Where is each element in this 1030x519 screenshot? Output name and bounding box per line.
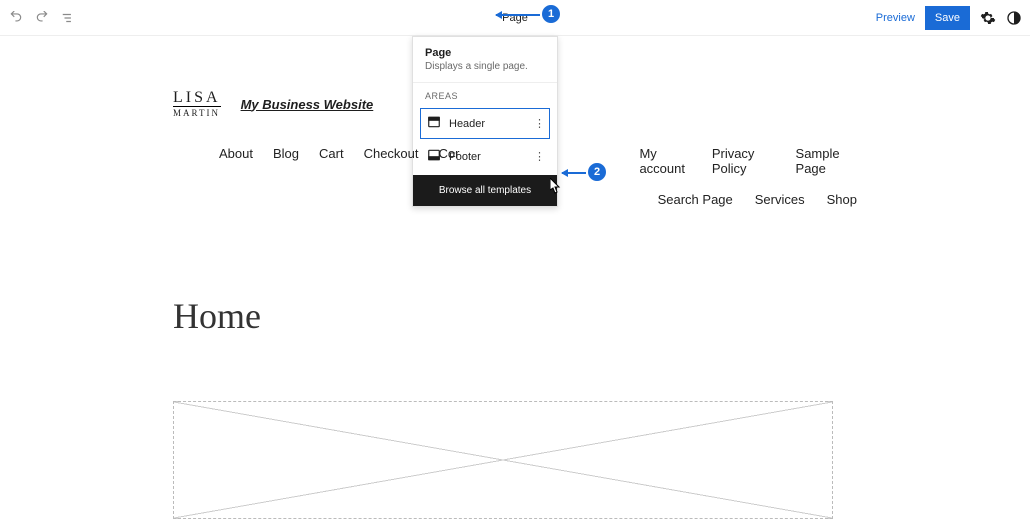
preview-button[interactable]: Preview xyxy=(876,12,915,24)
page-title[interactable]: Home xyxy=(173,295,857,337)
site-logo[interactable]: LISA MARTIN xyxy=(173,90,221,118)
logo-line-2: MARTIN xyxy=(173,106,221,118)
topbar-right-tools: Preview Save xyxy=(876,6,1022,30)
redo-icon[interactable] xyxy=(34,10,50,26)
topbar-left-tools xyxy=(0,10,76,26)
image-placeholder-block[interactable] xyxy=(173,401,833,519)
dropdown-title: Page xyxy=(413,37,557,61)
annotation-arrow-1 xyxy=(496,14,540,16)
dropdown-description: Displays a single page. xyxy=(413,61,557,82)
nav-item[interactable]: Privacy Policy xyxy=(712,146,776,176)
editor-canvas: LISA MARTIN My Business Website About Bl… xyxy=(173,90,857,519)
nav-item[interactable]: About xyxy=(219,146,253,176)
primary-nav: About Blog Cart Checkout Cor My account … xyxy=(173,146,857,207)
site-title-link[interactable]: My Business Website xyxy=(241,97,374,112)
site-header: LISA MARTIN My Business Website xyxy=(173,90,857,118)
nav-item[interactable]: Blog xyxy=(273,146,299,176)
styles-icon[interactable] xyxy=(1006,10,1022,26)
nav-item[interactable]: My account xyxy=(639,146,691,176)
nav-item[interactable]: Cor xyxy=(439,146,460,176)
nav-item[interactable]: Sample Page xyxy=(796,146,857,176)
undo-icon[interactable] xyxy=(8,10,24,26)
logo-line-1: LISA xyxy=(173,90,221,106)
nav-item[interactable]: Services xyxy=(755,192,805,207)
nav-item[interactable]: Shop xyxy=(827,192,857,207)
nav-item[interactable]: Cart xyxy=(319,146,344,176)
settings-icon[interactable] xyxy=(980,10,996,26)
editor-topbar: Page Preview Save xyxy=(0,0,1030,36)
list-view-icon[interactable] xyxy=(60,10,76,26)
save-button[interactable]: Save xyxy=(925,6,970,30)
annotation-badge-1: 1 xyxy=(540,3,562,25)
nav-item[interactable]: Search Page xyxy=(658,192,733,207)
nav-item[interactable]: Checkout xyxy=(364,146,419,176)
